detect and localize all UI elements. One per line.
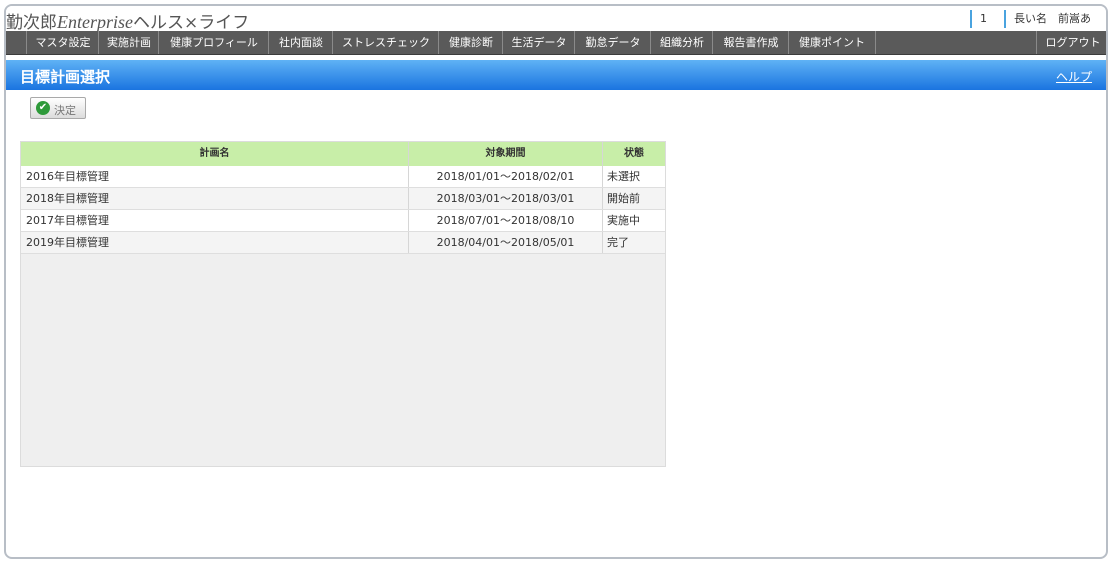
nav-item-master[interactable]: マスタ設定 [26, 31, 99, 54]
table-row[interactable]: 2019年目標管理 2018/04/01～2018/05/01 完了 [21, 232, 665, 254]
check-circle-icon: ✔ [36, 101, 50, 115]
app-logo: 勤次郎Enterpriseヘルス×ライフ [6, 8, 249, 33]
nav-item-stress-check[interactable]: ストレスチェック [332, 31, 439, 54]
nav-item-plan[interactable]: 実施計画 [98, 31, 159, 54]
cell-status: 開始前 [607, 192, 640, 205]
logo-prefix: 勤次郎 [6, 13, 57, 33]
table-header: 計画名 対象期間 状態 [21, 142, 665, 167]
user-name: 長い名 前嵩あ [1004, 10, 1104, 28]
cell-plan-name: 2016年目標管理 [26, 170, 109, 183]
app-header: 勤次郎Enterpriseヘルス×ライフ 1 長い名 前嵩あ [6, 6, 1106, 33]
page-title: 目標計画選択 [20, 68, 111, 86]
cell-period: 2018/04/01～2018/05/01 [436, 236, 575, 249]
logout-button[interactable]: ログアウト [1036, 31, 1106, 54]
cell-plan-name: 2019年目標管理 [26, 236, 109, 249]
column-header-period[interactable]: 対象期間 [409, 142, 602, 166]
cell-period: 2018/03/01～2018/03/01 [436, 192, 575, 205]
cell-status: 完了 [607, 236, 629, 249]
nav-item-report[interactable]: 報告書作成 [712, 31, 789, 54]
logo-enterprise: Enterprise [57, 12, 133, 32]
help-link[interactable]: ヘルプ [1056, 68, 1092, 85]
table-row[interactable]: 2016年目標管理 2018/01/01～2018/02/01 未選択 [21, 166, 665, 188]
decide-button[interactable]: ✔ 決定 [30, 97, 86, 119]
page-titlebar: 目標計画選択 ヘルプ [6, 60, 1106, 90]
user-index: 1 [970, 10, 1004, 28]
app-window: 勤次郎Enterpriseヘルス×ライフ 1 長い名 前嵩あ マスタ設定 実施計… [4, 4, 1108, 559]
table-row[interactable]: 2018年目標管理 2018/03/01～2018/03/01 開始前 [21, 188, 665, 210]
main-nav: マスタ設定 実施計画 健康プロフィール 社内面談 ストレスチェック 健康診断 生… [6, 31, 1106, 55]
nav-item-health-point[interactable]: 健康ポイント [788, 31, 876, 54]
nav-item-health-profile[interactable]: 健康プロフィール [158, 31, 269, 54]
cell-plan-name: 2018年目標管理 [26, 192, 109, 205]
cell-period: 2018/07/01～2018/08/10 [436, 214, 575, 227]
table-row[interactable]: 2017年目標管理 2018/07/01～2018/08/10 実施中 [21, 210, 665, 232]
nav-item-life-data[interactable]: 生活データ [502, 31, 575, 54]
nav-item-org-analysis[interactable]: 組織分析 [650, 31, 713, 54]
plan-table: 計画名 対象期間 状態 2016年目標管理 2018/01/01～2018/02… [20, 141, 666, 467]
logo-suffix: ヘルス×ライフ [133, 13, 250, 33]
cell-status: 未選択 [607, 170, 640, 183]
decide-button-label: 決定 [54, 104, 76, 117]
column-header-plan-name[interactable]: 計画名 [21, 142, 408, 166]
column-header-status[interactable]: 状態 [603, 142, 665, 166]
cell-plan-name: 2017年目標管理 [26, 214, 109, 227]
nav-item-checkup[interactable]: 健康診断 [438, 31, 503, 54]
nav-item-attendance[interactable]: 勤怠データ [574, 31, 651, 54]
nav-item-interview[interactable]: 社内面談 [268, 31, 333, 54]
cell-status: 実施中 [607, 214, 640, 227]
cell-period: 2018/01/01～2018/02/01 [436, 170, 575, 183]
